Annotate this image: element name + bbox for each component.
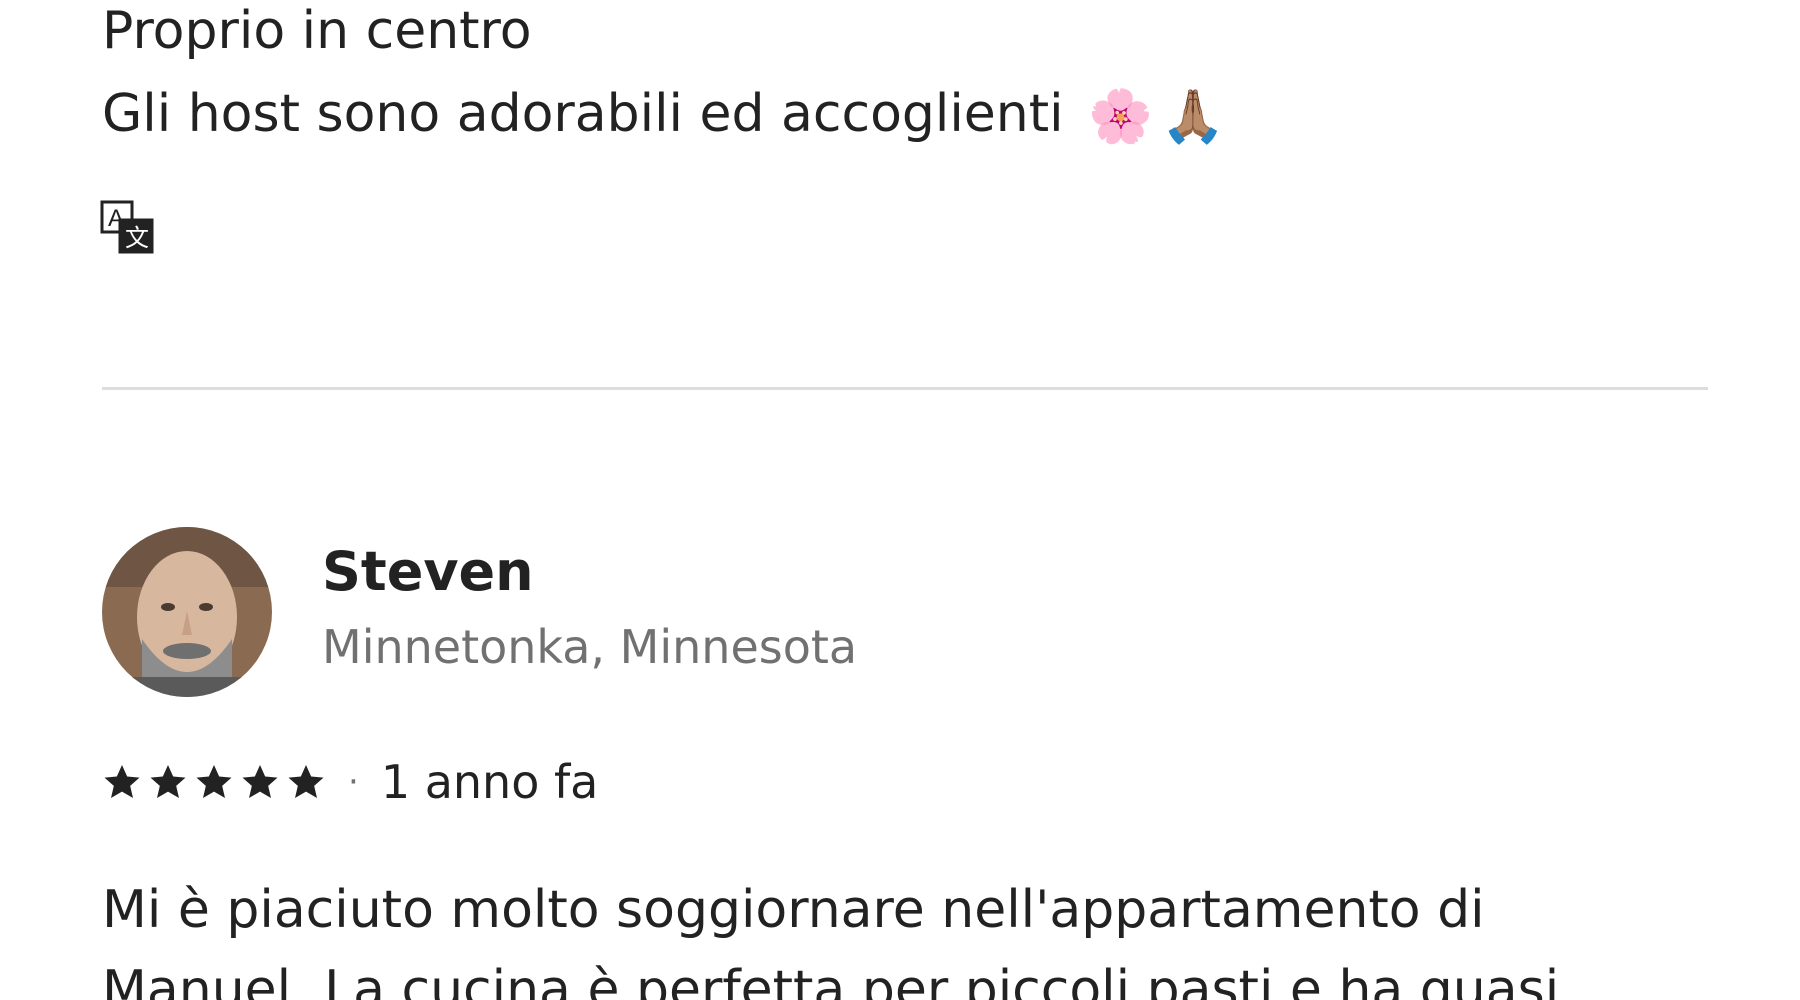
review-body-line-1: Mi è piaciuto molto soggiornare nell'app… [102,880,1485,940]
praying-hands-emoji: 🙏🏽 [1160,86,1226,147]
star-icon [196,765,232,798]
rating-row: · 1 anno fa [102,752,598,812]
star-rating [102,762,332,802]
svg-text:文: 文 [125,225,149,252]
previous-review-line-1: Proprio in centro [102,1,532,61]
star-icon [150,765,186,798]
review-date: 1 anno fa [380,755,599,809]
review-body-line-2: Manuel. La cucina è perfetta per piccoli… [102,960,1560,1000]
review-divider [102,387,1708,390]
reviewer-location: Minnetonka, Minnesota [322,620,858,674]
star-icon [288,765,324,798]
translate-icon[interactable]: A 文 [100,200,156,256]
star-icon [104,765,140,798]
review-body: Mi è piaciuto molto soggiornare nell'app… [102,870,1722,1000]
reviews-page: Proprio in centro Gli host sono adorabil… [0,0,1800,1000]
previous-review-line-2: Gli host sono adorabili ed accoglienti 🌸… [102,73,1702,159]
star-icon [242,765,278,798]
separator-dot: · [348,762,359,802]
previous-review-line-2-text: Gli host sono adorabili ed accoglienti [102,84,1064,144]
cherry-blossom-emoji: 🌸 [1088,86,1153,147]
avatar[interactable] [102,527,272,697]
previous-review-text: Proprio in centro Gli host sono adorabil… [102,0,1702,159]
reviewer-name: Steven [322,540,534,603]
